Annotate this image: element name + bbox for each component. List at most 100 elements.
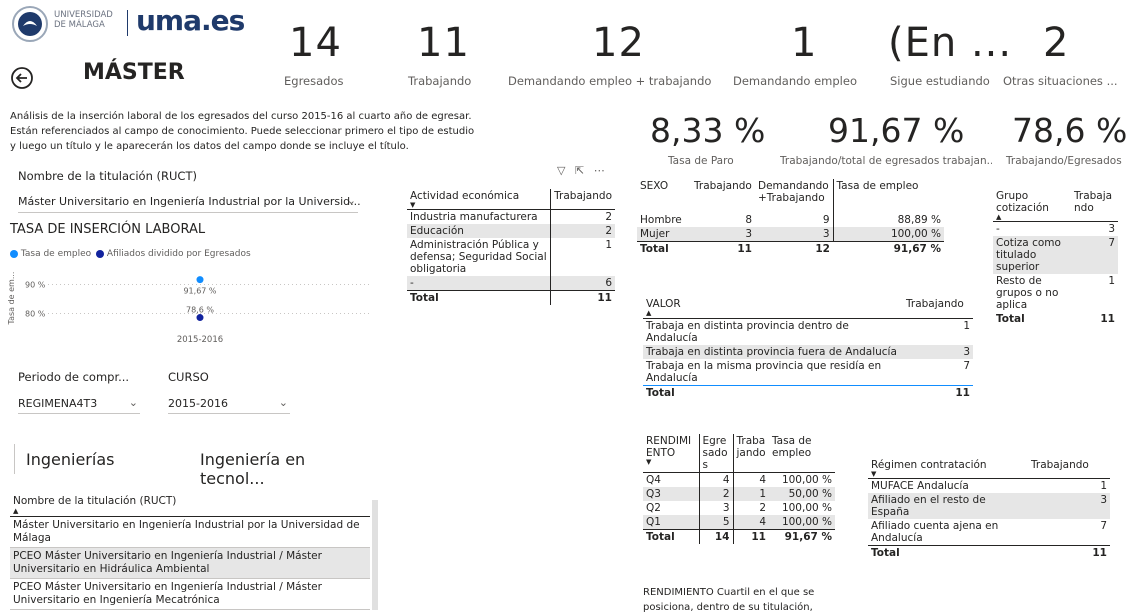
table-row[interactable]: Afiliado en el resto de España 3: [868, 493, 1110, 519]
titulacion-dropdown-value: Máster Universitario en Ingeniería Indus…: [18, 195, 361, 208]
chart-legend: Tasa de empleo Afiliados dividido por Eg…: [10, 249, 251, 259]
table-total-row: Total 11: [993, 312, 1118, 326]
table-row[interactable]: Industria manufacturera 2: [407, 209, 615, 224]
cell: 3: [1108, 223, 1115, 235]
insertion-rate-chart: Tasa de em... 90 % 80 % 91,67 % 78,6 % 2015-2…: [7, 272, 370, 345]
cell: 11: [903, 385, 973, 400]
cell: 5: [699, 515, 734, 530]
list-scrollbar[interactable]: [372, 500, 378, 610]
column-header[interactable]: Régimen contratación ▼: [868, 458, 1028, 479]
sort-down-icon: ▼: [871, 470, 877, 478]
data-label: 78,6 %: [186, 306, 214, 315]
cell: Q4: [643, 472, 700, 487]
back-button[interactable]: [10, 66, 34, 90]
periodo-dropdown[interactable]: REGIMENA4T3 ⌄: [18, 396, 140, 414]
table-row[interactable]: -3: [993, 222, 1118, 237]
cell: Afiliado en el resto de España: [868, 493, 1028, 519]
kpi-demandando-label: Demandando empleo: [733, 74, 857, 88]
column-header[interactable]: Actividad económica ▼: [407, 189, 552, 210]
table-row[interactable]: Resto de grupos o no aplica 1: [993, 274, 1118, 312]
column-header[interactable]: Trabajando: [733, 434, 769, 473]
curso-dropdown[interactable]: 2015-2016 ⌄: [168, 396, 290, 414]
list-item[interactable]: Máster Universitario en Ingeniería Indus…: [10, 517, 370, 548]
column-header[interactable]: Demandando +Trabajando: [755, 179, 834, 205]
table-row[interactable]: Mujer 3 3 100,00 %: [637, 227, 944, 242]
table-total-row: Total 11 12 91,67 %: [637, 241, 944, 256]
cell: 1: [963, 320, 970, 332]
cell: 11: [733, 529, 769, 544]
filter-icon[interactable]: ▽: [557, 164, 565, 177]
list-item[interactable]: PCEO Máster Universitario en Ingeniería …: [10, 579, 370, 610]
table-row[interactable]: MUFACE Andalucía 1: [868, 479, 1110, 494]
campo-slicer[interactable]: Ingenierías Ingeniería en tecnol...: [14, 442, 374, 488]
table-row[interactable]: -6: [407, 276, 615, 291]
kpi-trabajando-value: 11: [417, 20, 470, 66]
table-row[interactable]: Q3 2 1 50,00 %: [643, 487, 835, 501]
column-header[interactable]: Egresados: [699, 434, 734, 473]
table-header-row: Actividad económica ▼ Trabajando: [407, 189, 615, 210]
cell: Total: [643, 385, 903, 400]
column-header[interactable]: Trabajando: [550, 189, 615, 210]
legend-item: Tasa de empleo: [20, 249, 92, 259]
legend-item: Afiliados dividido por Egresados: [106, 249, 251, 259]
data-point: [196, 276, 204, 284]
table-total-row: Total 11: [868, 545, 1110, 560]
x-tick-label: 2015-2016: [177, 335, 223, 345]
sexo-table: SEXO Trabajando Demandando +Trabajando T…: [637, 179, 944, 256]
rendimiento-note: RENDIMIENTO Cuartil en el que se posicio…: [643, 587, 815, 613]
cell: 1: [605, 239, 612, 251]
cell: 11: [691, 241, 755, 256]
column-header[interactable]: Trabajando: [691, 179, 755, 205]
cell: Industria manufacturera: [407, 209, 552, 224]
rendimiento-table: RENDIMIENTO ▼ Egresados Trabajando Tasa d…: [643, 434, 835, 544]
column-header[interactable]: Grupo cotización ▲: [993, 189, 1071, 222]
more-options-icon[interactable]: ⋯: [594, 164, 605, 177]
university-seal-icon: [12, 6, 48, 42]
list-item[interactable]: PCEO Máster Universitario en Ingeniería …: [10, 548, 370, 579]
cell: MUFACE Andalucía: [871, 480, 969, 492]
column-header[interactable]: Trabajando: [1071, 189, 1118, 222]
description-line: y luego un título y le aparecerán los da…: [10, 141, 409, 152]
table-row[interactable]: Trabaja en distinta provincia dentro de …: [643, 319, 973, 346]
cell: 11: [1028, 545, 1110, 560]
table-row[interactable]: Trabaja en distinta provincia fuera de A…: [643, 345, 973, 359]
cell: 3: [755, 227, 834, 242]
cell: Total: [643, 529, 700, 544]
periodo-slicer-label: Periodo de compr...: [18, 370, 130, 384]
table-row[interactable]: Administración Pública y defensa; Seguri…: [407, 238, 615, 276]
cell: Afiliado cuenta ajena en Andalucía: [871, 520, 999, 544]
column-header[interactable]: VALOR ▲: [643, 297, 903, 319]
visual-header-icons: ▽ ⇱ ⋯: [557, 164, 605, 177]
table-row[interactable]: Q2 3 2 100,00 %: [643, 501, 835, 515]
table-row[interactable]: Q1 5 4 100,00 %: [643, 515, 835, 530]
description-line: Análisis de la inserción laboral de los …: [10, 111, 472, 122]
campo-slicer-right[interactable]: Ingeniería en tecnol...: [200, 450, 374, 488]
campo-slicer-left[interactable]: Ingenierías: [26, 450, 114, 469]
focus-mode-icon[interactable]: ⇱: [575, 164, 584, 177]
kpi-sigue-estudiando-label: Sigue estudiando: [890, 74, 990, 88]
table-row[interactable]: Afiliado cuenta ajena en Andalucía 7: [868, 519, 1110, 546]
table-total-row: Total 11: [407, 290, 615, 305]
cell: Cotiza como titulado superior: [993, 236, 1071, 274]
valor-table: VALOR ▲ Trabajando Trabaja en distinta pr…: [643, 297, 973, 400]
periodo-dropdown-value: REGIMENA4T3: [18, 397, 98, 410]
table-row[interactable]: Q4 4 4 100,00 %: [643, 472, 835, 487]
cell: Q2: [643, 501, 700, 515]
column-header[interactable]: Trabajando: [1028, 458, 1110, 479]
column-header[interactable]: Tasa de empleo: [833, 179, 944, 205]
column-header[interactable]: RENDIMIENTO ▼: [643, 434, 700, 473]
table-row[interactable]: Trabaja en la misma provincia que residí…: [643, 359, 973, 386]
table-row[interactable]: Cotiza como titulado superior 7: [993, 236, 1118, 274]
column-header[interactable]: SEXO: [637, 179, 691, 205]
table-header-row: Grupo cotización ▲ Trabajando: [993, 189, 1118, 222]
kpi-egresados-value: 14: [289, 20, 342, 66]
cell: Administración Pública y defensa; Seguri…: [407, 238, 552, 276]
column-header[interactable]: Trabajando: [903, 297, 973, 319]
table-row[interactable]: Hombre 8 9 88,89 %: [637, 213, 944, 227]
cell: 3: [699, 501, 734, 515]
titulacion-dropdown[interactable]: Máster Universitario en Ingeniería Indus…: [18, 194, 361, 213]
list-header[interactable]: Nombre de la titulación (RUCT) ▲: [10, 493, 370, 517]
cell: Mujer: [637, 227, 691, 242]
table-row[interactable]: Educación 2: [407, 224, 615, 238]
column-header[interactable]: Tasa de empleo: [769, 434, 835, 473]
